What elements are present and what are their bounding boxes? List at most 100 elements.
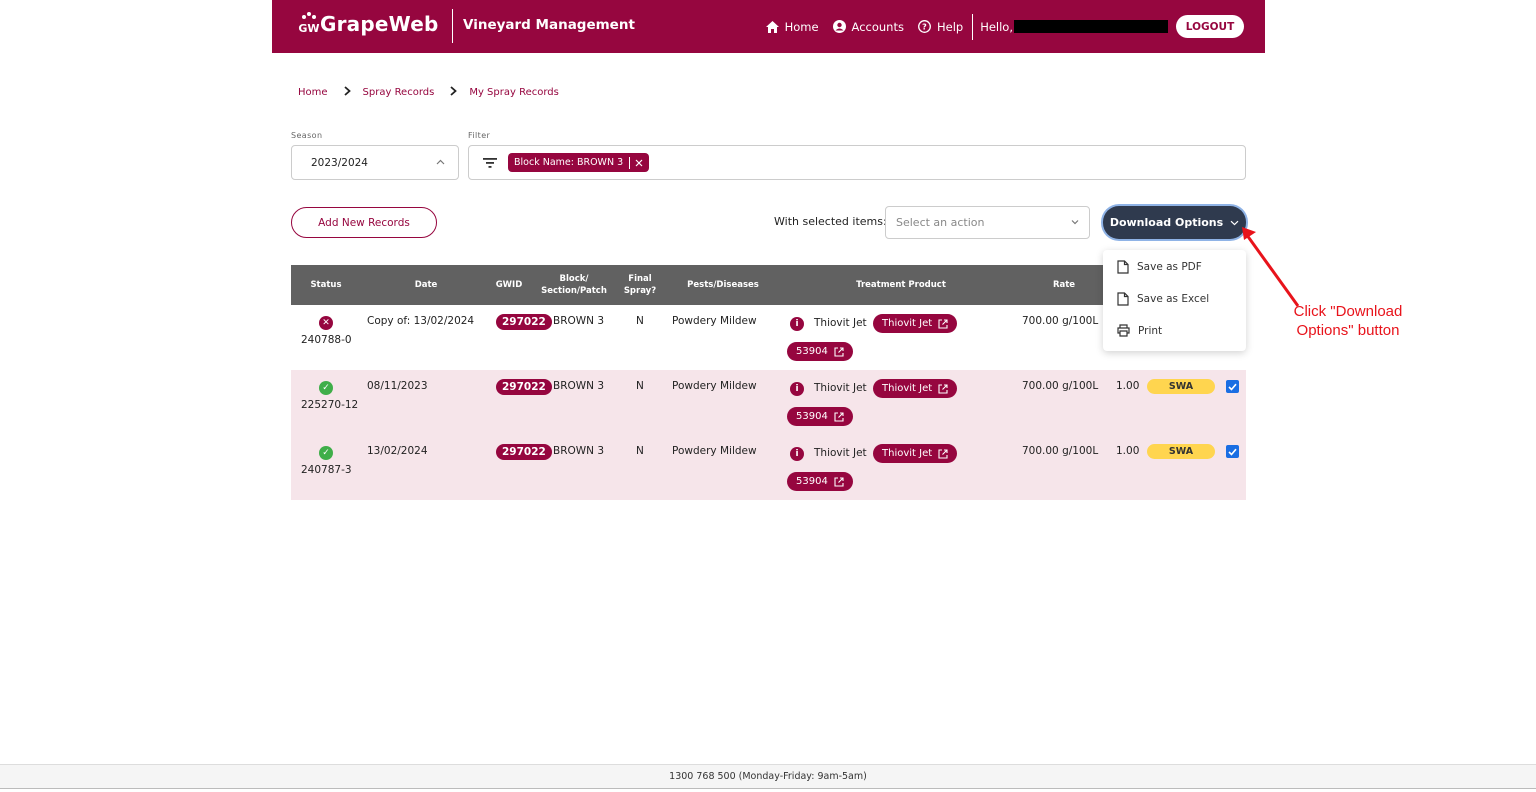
error-status-icon: ✕ — [319, 316, 333, 330]
product-code-label: 53904 — [796, 346, 828, 357]
product-link[interactable]: Thiovit Jet — [873, 444, 958, 463]
redacted-username — [1014, 20, 1168, 33]
record-date: 08/11/2023 — [367, 380, 428, 392]
product-link[interactable]: Thiovit Jet — [873, 379, 958, 398]
chevron-down-icon — [1071, 220, 1079, 225]
header-rate[interactable]: Rate — [1041, 265, 1087, 305]
user-greeting: Hello, — [980, 20, 1176, 34]
check-status-icon: ✓ — [319, 446, 333, 460]
chevron-right-icon — [343, 86, 351, 99]
printer-icon — [1117, 324, 1130, 337]
document-icon — [1117, 292, 1129, 306]
grape-logo-icon: GW — [298, 12, 320, 35]
header-date[interactable]: Date — [391, 265, 461, 305]
swa-tag: SWA — [1147, 379, 1215, 394]
record-id: 240788-0 — [301, 334, 352, 346]
product-code-link[interactable]: 53904 — [787, 342, 853, 361]
product-link-label: Thiovit Jet — [882, 318, 933, 329]
filter-field[interactable]: Block Name: BROWN 3 — [468, 145, 1246, 180]
app-title: Vineyard Management — [463, 17, 635, 33]
filter-chip: Block Name: BROWN 3 — [508, 153, 650, 172]
nav-home-label: Home — [784, 19, 819, 34]
footer-contact: 1300 768 500 (Monday-Friday: 9am-5am) — [669, 771, 867, 782]
nav-help[interactable]: ? Help — [918, 20, 963, 34]
hello-text: Hello, — [980, 19, 1013, 34]
header-pests[interactable]: Pests/Diseases — [674, 265, 772, 305]
header-status[interactable]: Status — [291, 265, 361, 305]
bulk-action-placeholder: Select an action — [896, 216, 985, 229]
final-spray: N — [636, 380, 644, 392]
rate-value: 700.00 g/100L — [1022, 380, 1099, 392]
rate-factor: 1.00 — [1116, 380, 1140, 392]
checkmark-icon — [1228, 383, 1237, 391]
row-checkbox[interactable] — [1226, 445, 1239, 458]
external-link-icon — [938, 318, 948, 329]
menu-item-print[interactable]: Print — [1117, 324, 1162, 337]
table-row[interactable]: ✓ 225270-12 08/11/2023 297022 BROWN 3 N … — [291, 370, 1246, 435]
rate-factor: 1.00 — [1116, 445, 1140, 457]
external-link-icon — [834, 476, 844, 487]
block-name: BROWN 3 — [553, 445, 605, 457]
header-gwid[interactable]: GWID — [491, 265, 527, 305]
check-status-icon: ✓ — [319, 381, 333, 395]
record-id: 240787-3 — [301, 464, 352, 476]
swa-tag: SWA — [1147, 444, 1215, 459]
record-date: Copy of: 13/02/2024 — [367, 315, 475, 327]
gwid-badge: 297022 — [496, 314, 552, 330]
nav-accounts[interactable]: Accounts — [832, 19, 904, 34]
header-treatment-product[interactable]: Treatment Product — [831, 265, 971, 305]
nav-help-label: Help — [936, 19, 964, 34]
menu-item-save-pdf[interactable]: Save as PDF — [1117, 260, 1202, 274]
header-block[interactable]: Block/ Section/Patch — [538, 265, 610, 305]
product-name: Thiovit Jet — [814, 447, 867, 459]
logo-text: GrapeWeb — [320, 12, 439, 36]
logo-mark: GW — [298, 22, 319, 35]
bulk-action-select[interactable]: Select an action — [885, 206, 1090, 239]
menu-item-save-excel[interactable]: Save as Excel — [1117, 292, 1209, 306]
annotation-arrow — [1242, 227, 1300, 307]
gwid-badge: 297022 — [496, 444, 552, 460]
header-nav: Home Accounts ? Help Hello, LOGOUT — [765, 0, 1265, 53]
rate-value: 700.00 g/100L — [1022, 315, 1099, 327]
menu-item-label: Save as PDF — [1137, 261, 1202, 273]
info-icon[interactable]: i — [790, 382, 804, 396]
annotation-text: Click "Download Options" button — [1293, 303, 1403, 339]
pest-name: Powdery Mildew — [672, 445, 757, 457]
nav-home[interactable]: Home — [765, 19, 819, 34]
svg-text:?: ? — [922, 23, 927, 32]
block-name: BROWN 3 — [553, 380, 605, 392]
season-select[interactable]: 2023/2024 — [291, 145, 459, 180]
product-code-link[interactable]: 53904 — [787, 407, 853, 426]
row-checkbox[interactable] — [1226, 380, 1239, 393]
product-link[interactable]: Thiovit Jet — [873, 314, 958, 333]
footer: 1300 768 500 (Monday-Friday: 9am-5am) — [0, 764, 1536, 789]
breadcrumb-my-spray-records[interactable]: My Spray Records — [469, 87, 559, 98]
menu-item-label: Print — [1138, 324, 1163, 337]
rate-value: 700.00 g/100L — [1022, 445, 1099, 457]
table-row[interactable]: ✓ 240787-3 13/02/2024 297022 BROWN 3 N P… — [291, 435, 1246, 500]
filter-icon[interactable] — [483, 157, 497, 169]
nav-accounts-label: Accounts — [851, 19, 904, 34]
pest-name: Powdery Mildew — [672, 380, 757, 392]
checkmark-icon — [1228, 448, 1237, 456]
breadcrumb-spray-records[interactable]: Spray Records — [363, 87, 435, 98]
info-icon[interactable]: i — [790, 317, 804, 331]
account-icon — [832, 20, 846, 33]
app-header: GW GrapeWeb Vineyard Management Home Acc… — [272, 0, 1265, 53]
product-code-link[interactable]: 53904 — [787, 472, 853, 491]
season-value: 2023/2024 — [311, 157, 368, 169]
record-id: 225270-12 — [301, 399, 359, 411]
home-icon — [765, 20, 779, 33]
close-icon[interactable] — [635, 159, 643, 167]
record-date: 13/02/2024 — [367, 445, 428, 457]
add-new-records-button[interactable]: Add New Records — [291, 207, 437, 238]
breadcrumb-home[interactable]: Home — [298, 87, 328, 98]
season-label: Season — [291, 131, 323, 140]
header-final-spray[interactable]: Final Spray? — [622, 265, 658, 305]
grapeweb-logo[interactable]: GW GrapeWeb — [298, 11, 439, 37]
logout-button[interactable]: LOGOUT — [1176, 15, 1244, 38]
product-link-label: Thiovit Jet — [882, 383, 933, 394]
breadcrumb: Home Spray Records My Spray Records — [298, 86, 559, 99]
info-icon[interactable]: i — [790, 447, 804, 461]
download-options-button[interactable]: Download Options — [1103, 206, 1246, 239]
